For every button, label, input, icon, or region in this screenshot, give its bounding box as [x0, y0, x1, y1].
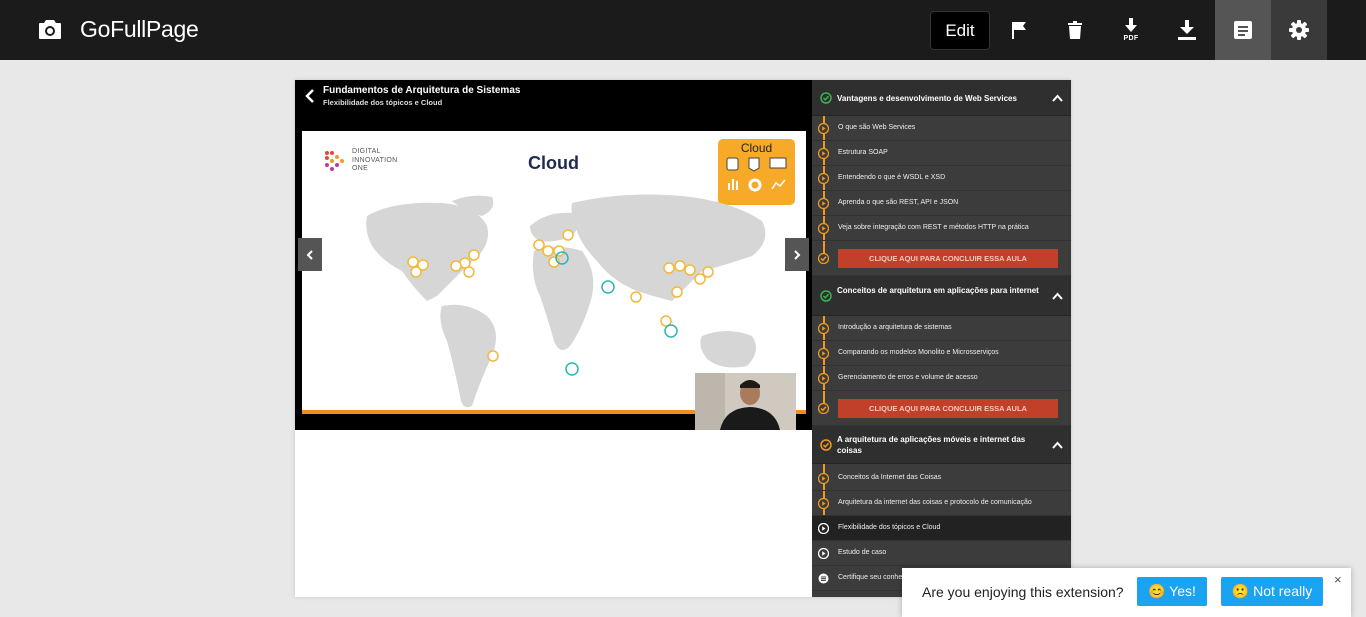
lesson-item[interactable]: Arquitetura da internet das coisas e pro… — [812, 491, 1071, 516]
play-circle-icon — [818, 473, 829, 484]
camera-icon — [39, 20, 61, 39]
complete-lesson-button[interactable]: CLIQUE AQUI PARA CONCLUIR ESSA AULA — [838, 249, 1058, 268]
lesson-item[interactable]: Gerenciamento de erros e volume de acess… — [812, 366, 1071, 391]
play-circle-icon — [818, 523, 829, 534]
back-chevron-icon[interactable] — [305, 89, 315, 103]
flag-icon — [1012, 22, 1026, 39]
play-circle-icon — [818, 323, 829, 334]
download-pdf-button[interactable]: PDF — [1103, 0, 1159, 60]
lesson-label: Aprenda o que são REST, API e JSON — [838, 199, 959, 206]
section-header[interactable]: Vantagens e desenvolvimento de Web Servi… — [812, 80, 1071, 116]
lesson-label: Introdução a arquitetura de sistemas — [838, 324, 952, 331]
lesson-item[interactable]: Estudo de caso — [812, 541, 1071, 566]
lesson-item[interactable]: Conceitos da Internet das Coisas — [812, 466, 1071, 491]
page-view-button[interactable] — [1215, 0, 1271, 60]
edit-button[interactable]: Edit — [930, 11, 990, 50]
section-title: A arquitetura de aplicações móveis e int… — [837, 435, 1026, 455]
feedback-toast: Are you enjoying this extension? 😊 Yes! … — [902, 568, 1351, 617]
feedback-no-button[interactable]: 🙁 Not really — [1221, 577, 1323, 606]
complete-lesson-button[interactable]: CLIQUE AQUI PARA CONCLUIR ESSA AULA — [838, 399, 1058, 418]
captured-page: Fundamentos de Arquitetura de Sistemas F… — [295, 80, 1071, 597]
check-circle-icon — [820, 92, 832, 104]
lesson-item[interactable]: Aprenda o que são REST, API e JSON — [812, 191, 1071, 216]
section-header[interactable]: Conceitos de arquitetura em aplicações p… — [812, 276, 1071, 316]
flag-button[interactable] — [991, 0, 1047, 60]
lesson-complete-row: CLIQUE AQUI PARA CONCLUIR ESSA AULA — [812, 241, 1071, 276]
pdf-label: PDF — [1123, 35, 1139, 42]
chevron-up-icon[interactable] — [1052, 441, 1063, 449]
close-icon[interactable]: × — [1334, 572, 1342, 587]
course-title: Fundamentos de Arquitetura de Sistemas — [323, 85, 521, 96]
lesson-item-current[interactable]: Flexibilidade dos tópicos e Cloud — [812, 516, 1071, 541]
play-circle-icon — [818, 348, 829, 359]
lesson-item[interactable]: Introdução a arquitetura de sistemas — [812, 316, 1071, 341]
app-title: GoFullPage — [80, 16, 199, 42]
play-circle-icon — [818, 548, 829, 559]
play-circle-icon — [818, 173, 829, 184]
lesson-item[interactable]: Comparando os modelos Monolito e Micross… — [812, 341, 1071, 366]
check-circle-icon — [820, 290, 832, 302]
settings-button[interactable] — [1271, 0, 1327, 60]
section-title: Conceitos de arquitetura em aplicações p… — [837, 286, 1039, 295]
gear-icon — [1289, 20, 1309, 40]
trash-icon — [1068, 21, 1082, 39]
lesson-label: Entendendo o que é WSDL e XSD — [838, 174, 946, 181]
download-pdf-icon — [1125, 18, 1137, 32]
lesson-label: Conceitos da Internet das Coisas — [838, 474, 942, 481]
lesson-label: Comparando os modelos Monolito e Micross… — [838, 349, 999, 356]
delete-button[interactable] — [1047, 0, 1103, 60]
course-sidebar: Vantagens e desenvolvimento de Web Servi… — [812, 80, 1071, 597]
play-circle-icon — [818, 148, 829, 159]
chevron-left-icon — [306, 249, 313, 260]
world-map — [366, 194, 766, 408]
play-circle-icon — [818, 123, 829, 134]
lesson-label: Estrutura SOAP — [838, 149, 888, 156]
list-circle-icon — [818, 573, 829, 584]
slide-prev-button[interactable] — [298, 238, 322, 271]
course-subtitle: Flexibilidade dos tópicos e Cloud — [323, 98, 443, 107]
lesson-label: Estudo de caso — [838, 549, 887, 556]
download-icon — [1178, 20, 1196, 40]
lesson-item[interactable]: Estrutura SOAP — [812, 141, 1071, 166]
feedback-question: Are you enjoying this extension? — [922, 584, 1124, 600]
instructor-webcam — [695, 373, 796, 430]
chevron-up-icon[interactable] — [1052, 292, 1063, 300]
play-circle-icon — [818, 373, 829, 384]
video-player: Fundamentos de Arquitetura de Sistemas F… — [295, 80, 812, 430]
section-header[interactable]: A arquitetura de aplicações móveis e int… — [812, 426, 1071, 464]
lesson-item[interactable]: O que são Web Services — [812, 116, 1071, 141]
lesson-label: Arquitetura da internet das coisas e pro… — [838, 499, 1032, 506]
check-circle-icon — [818, 403, 829, 414]
download-button[interactable] — [1159, 0, 1215, 60]
lesson-item[interactable]: Entendendo o que é WSDL e XSD — [812, 166, 1071, 191]
lesson-label: Veja sobre integração com REST e métodos… — [838, 224, 1029, 231]
lesson-label: O que são Web Services — [838, 124, 916, 131]
course-header: Fundamentos de Arquitetura de Sistemas F… — [295, 80, 812, 114]
lesson-label: Flexibilidade dos tópicos e Cloud — [838, 524, 941, 531]
check-circle-icon — [818, 253, 829, 264]
instructor-avatar — [695, 373, 796, 430]
feedback-yes-button[interactable]: 😊 Yes! — [1137, 577, 1207, 606]
section-title: Vantagens e desenvolvimento de Web Servi… — [837, 94, 1017, 103]
slide-next-button[interactable] — [785, 238, 809, 271]
play-circle-icon — [818, 498, 829, 509]
document-icon — [1234, 21, 1252, 39]
toolbar: GoFullPage Edit PDF — [0, 0, 1366, 60]
lesson-label: Gerenciamento de erros e volume de acess… — [838, 374, 978, 381]
play-circle-icon — [818, 223, 829, 234]
slide: DIGITAL INNOVATION ONE Cloud Cloud — [302, 131, 806, 414]
lesson-item[interactable]: Veja sobre integração com REST e métodos… — [812, 216, 1071, 241]
chevron-right-icon — [794, 249, 801, 260]
lesson-complete-row: CLIQUE AQUI PARA CONCLUIR ESSA AULA — [812, 391, 1071, 426]
check-circle-icon — [820, 439, 832, 451]
play-circle-icon — [818, 198, 829, 209]
chevron-up-icon[interactable] — [1052, 94, 1063, 102]
